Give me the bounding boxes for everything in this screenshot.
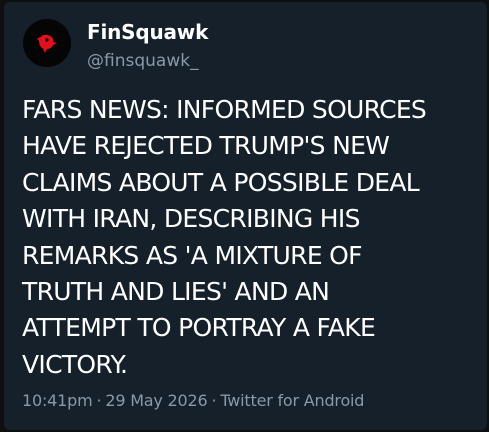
red-squawk-logo-icon xyxy=(23,19,71,67)
meta-separator: · xyxy=(96,391,102,410)
user-handle[interactable]: @finsquawk_ xyxy=(87,50,199,72)
avatar[interactable] xyxy=(23,19,71,67)
meta-separator: · xyxy=(211,391,217,410)
tweet-source[interactable]: Twitter for Android xyxy=(220,391,364,410)
display-name[interactable]: FinSquawk xyxy=(87,19,208,45)
tweet-card: FinSquawk @finsquawk_ FARS NEWS: INFORME… xyxy=(4,2,487,430)
tweet-time[interactable]: 10:41pm xyxy=(22,391,93,410)
tweet-meta: 10:41pm · 29 May 2026 · Twitter for Android xyxy=(22,390,364,412)
tweet-date[interactable]: 29 May 2026 xyxy=(105,391,207,410)
tweet-text: FARS NEWS: INFORMED SOURCES HAVE REJECTE… xyxy=(22,95,427,379)
